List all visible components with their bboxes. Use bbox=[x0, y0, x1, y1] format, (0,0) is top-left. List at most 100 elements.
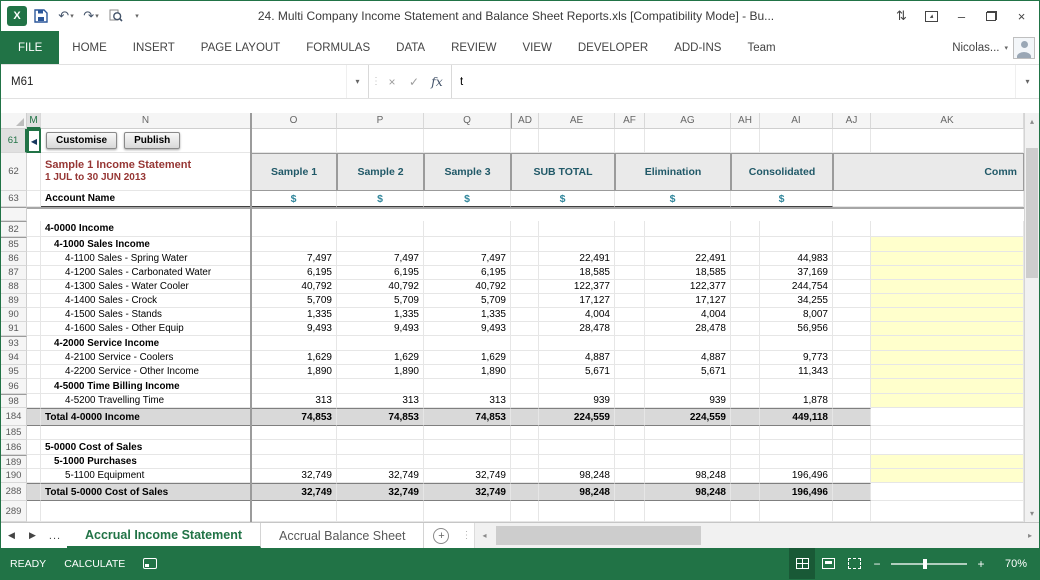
cell[interactable] bbox=[337, 501, 424, 522]
macro-record-button[interactable] bbox=[134, 548, 166, 579]
row-header[interactable]: 184 bbox=[1, 408, 27, 426]
row-header[interactable]: 289 bbox=[1, 501, 27, 522]
total-value-cell[interactable]: 32,749 bbox=[424, 483, 511, 501]
cell[interactable] bbox=[27, 408, 41, 426]
value-cell[interactable]: 11,343 bbox=[760, 365, 833, 379]
account-cell[interactable]: 4-1300 Sales - Water Cooler bbox=[41, 280, 251, 294]
value-cell[interactable]: 9,493 bbox=[337, 322, 424, 336]
value-cell[interactable]: 1,335 bbox=[424, 308, 511, 322]
column-header-O[interactable]: O bbox=[251, 113, 337, 129]
row-header[interactable]: 91 bbox=[1, 322, 27, 336]
row-header[interactable]: 88 bbox=[1, 280, 27, 294]
cell[interactable] bbox=[337, 379, 424, 394]
column-header-P[interactable]: P bbox=[337, 113, 424, 129]
vertical-scroll-track[interactable] bbox=[1025, 130, 1039, 505]
cell[interactable] bbox=[511, 426, 539, 440]
cell[interactable] bbox=[731, 294, 760, 308]
section-header-cell[interactable]: 5-1000 Purchases bbox=[41, 455, 251, 469]
cell[interactable] bbox=[615, 351, 645, 365]
total-value-cell[interactable]: 74,853 bbox=[337, 408, 424, 426]
value-cell[interactable]: 313 bbox=[337, 394, 424, 408]
total-label-cell[interactable]: Total 5-0000 Cost of Sales bbox=[41, 483, 251, 501]
cell[interactable] bbox=[833, 221, 871, 237]
comment-cell[interactable] bbox=[871, 351, 1024, 365]
dollar-cell[interactable]: $ bbox=[337, 191, 424, 207]
cell[interactable] bbox=[833, 252, 871, 266]
total-value-cell[interactable]: 196,496 bbox=[760, 483, 833, 501]
value-cell[interactable]: 17,127 bbox=[645, 294, 731, 308]
cell[interactable] bbox=[871, 501, 1024, 522]
sheet-tab-accrual-income-statement[interactable]: Accrual Income Statement bbox=[67, 523, 261, 548]
cell[interactable] bbox=[833, 426, 871, 440]
column-header-AK[interactable]: AK bbox=[871, 113, 1024, 129]
cell[interactable] bbox=[424, 440, 511, 455]
horizontal-scrollbar[interactable]: ◂ ▸ bbox=[474, 523, 1039, 548]
cell[interactable] bbox=[615, 266, 645, 280]
cell[interactable] bbox=[645, 501, 731, 522]
print-preview-button[interactable] bbox=[105, 5, 127, 27]
ribbon-tab-data[interactable]: DATA bbox=[383, 31, 438, 64]
cell[interactable] bbox=[511, 483, 539, 501]
cell[interactable] bbox=[833, 294, 871, 308]
name-box[interactable]: M61 ▾ bbox=[1, 65, 369, 98]
total-value-cell[interactable]: 98,248 bbox=[645, 483, 731, 501]
comment-cell[interactable] bbox=[871, 308, 1024, 322]
status-calculate[interactable]: CALCULATE bbox=[55, 548, 134, 579]
cell[interactable] bbox=[615, 129, 645, 153]
value-cell[interactable]: 1,335 bbox=[251, 308, 337, 322]
row-header[interactable]: 98 bbox=[1, 394, 27, 408]
close-button[interactable]: × bbox=[1008, 5, 1035, 27]
value-cell[interactable]: 939 bbox=[645, 394, 731, 408]
value-cell[interactable]: 7,497 bbox=[337, 252, 424, 266]
value-cell[interactable]: 7,497 bbox=[424, 252, 511, 266]
section-header-cell[interactable]: 4-1000 Sales Income bbox=[41, 237, 251, 252]
cell[interactable] bbox=[731, 365, 760, 379]
horizontal-scroll-track[interactable] bbox=[493, 523, 1021, 548]
comment-cell[interactable] bbox=[871, 221, 1024, 237]
section-header-cell[interactable]: 4-5000 Time Billing Income bbox=[41, 379, 251, 394]
minimize-button[interactable]: – bbox=[948, 5, 975, 27]
qat-dropdown-icon[interactable]: ▾ bbox=[130, 12, 144, 20]
cell[interactable] bbox=[511, 440, 539, 455]
column-header-AI[interactable]: AI bbox=[760, 113, 833, 129]
cell[interactable] bbox=[871, 426, 1024, 440]
ribbon-tab-page-layout[interactable]: PAGE LAYOUT bbox=[188, 31, 293, 64]
cell[interactable] bbox=[27, 280, 41, 294]
cell[interactable] bbox=[731, 266, 760, 280]
cell[interactable] bbox=[27, 252, 41, 266]
ribbon-tab-team[interactable]: Team bbox=[734, 31, 788, 64]
cell[interactable] bbox=[27, 365, 41, 379]
cell[interactable] bbox=[511, 280, 539, 294]
column-header-N[interactable]: N bbox=[41, 113, 251, 129]
cell[interactable] bbox=[41, 501, 251, 522]
cell[interactable] bbox=[337, 129, 424, 153]
formula-bar-expand-icon[interactable]: ▾ bbox=[1015, 65, 1039, 98]
cell[interactable] bbox=[27, 351, 41, 365]
cell[interactable] bbox=[731, 322, 760, 336]
cell[interactable] bbox=[615, 336, 645, 351]
cell[interactable] bbox=[615, 440, 645, 455]
value-cell[interactable]: 4,887 bbox=[539, 351, 615, 365]
cell[interactable] bbox=[615, 294, 645, 308]
scroll-left-icon[interactable]: ◂ bbox=[475, 523, 493, 548]
ribbon-tab-review[interactable]: REVIEW bbox=[438, 31, 509, 64]
cell[interactable] bbox=[615, 237, 645, 252]
value-cell[interactable]: 9,493 bbox=[251, 322, 337, 336]
value-cell[interactable]: 939 bbox=[539, 394, 615, 408]
scroll-down-icon[interactable]: ▾ bbox=[1025, 505, 1039, 522]
value-cell[interactable]: 4,004 bbox=[539, 308, 615, 322]
cell[interactable] bbox=[731, 394, 760, 408]
cell[interactable] bbox=[615, 252, 645, 266]
cell[interactable] bbox=[833, 440, 871, 455]
cell[interactable] bbox=[251, 379, 337, 394]
value-cell[interactable]: 18,585 bbox=[645, 266, 731, 280]
cell[interactable] bbox=[337, 221, 424, 237]
sheet-nav-right-icon[interactable]: ▶ bbox=[22, 523, 43, 548]
value-cell[interactable]: 1,629 bbox=[251, 351, 337, 365]
row-header[interactable]: 96 bbox=[1, 379, 27, 394]
column-header-AH[interactable]: AH bbox=[731, 113, 760, 129]
cell[interactable] bbox=[833, 394, 871, 408]
ribbon-tab-developer[interactable]: DEVELOPER bbox=[565, 31, 661, 64]
value-cell[interactable]: 8,007 bbox=[760, 308, 833, 322]
cell[interactable] bbox=[833, 322, 871, 336]
